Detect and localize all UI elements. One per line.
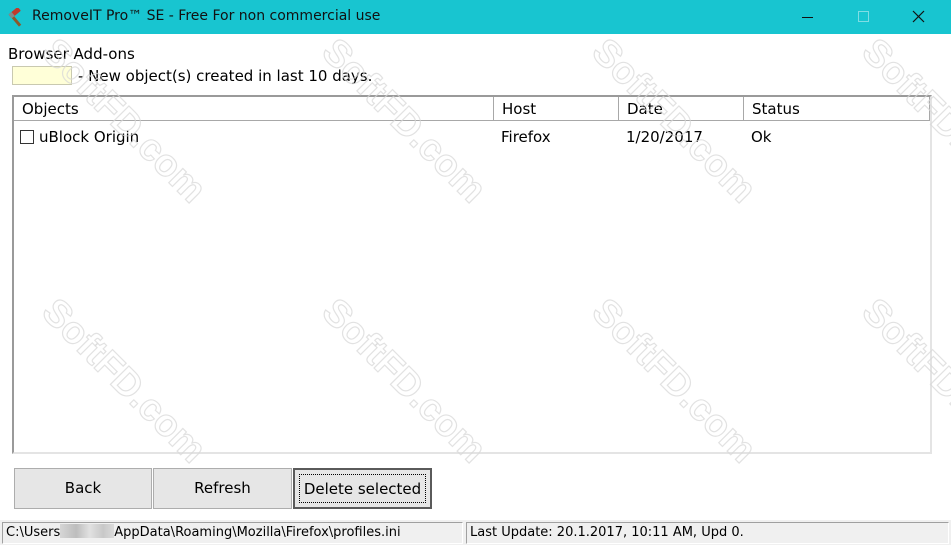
refresh-button[interactable]: Refresh [153,468,292,509]
status-last-update: Last Update: 20.1.2017, 10:11 AM, Upd 0. [466,522,949,544]
close-button[interactable] [893,0,943,34]
title-bar[interactable]: RemoveIT Pro™ SE - Free For non commerci… [0,0,951,34]
column-header-host[interactable]: Host [494,97,619,121]
redacted-username [60,524,115,538]
status-path-suffix: AppData\Roaming\Mozilla\Firefox\profiles… [114,525,401,540]
maximize-icon [858,11,869,22]
minimize-button[interactable] [782,0,832,34]
close-icon [912,10,925,23]
cell-date: 1/20/2017 [626,128,703,146]
section-title: Browser Add-ons [8,45,135,63]
window-title: RemoveIT Pro™ SE - Free For non commerci… [32,8,381,24]
column-header-status[interactable]: Status [744,97,930,121]
addons-list[interactable]: Objects Host Date Status uBlock Origin F… [12,95,932,454]
focus-indicator [299,474,426,503]
column-header-objects[interactable]: Objects [14,97,494,121]
table-row[interactable]: uBlock Origin Firefox 1/20/2017 Ok [14,125,930,149]
new-object-legend-swatch [12,66,72,85]
cell-status: Ok [751,128,772,146]
list-header: Objects Host Date Status [14,97,930,122]
status-path-prefix: C:\Users [6,525,61,540]
delete-selected-button[interactable]: Delete selected [293,468,432,509]
back-button[interactable]: Back [14,468,152,509]
legend-text: - New object(s) created in last 10 days. [78,67,373,85]
column-header-date[interactable]: Date [619,97,744,121]
cell-object: uBlock Origin [39,128,140,146]
hammer-icon [8,8,22,27]
minimize-icon [802,17,813,18]
row-checkbox[interactable] [20,130,34,144]
status-path: C:\Users AppData\Roaming\Mozilla\Firefox\… [2,522,463,544]
status-bar: C:\Users AppData\Roaming\Mozilla\Firefox\… [0,520,951,545]
maximize-button[interactable] [838,0,888,34]
cell-host: Firefox [501,128,551,146]
